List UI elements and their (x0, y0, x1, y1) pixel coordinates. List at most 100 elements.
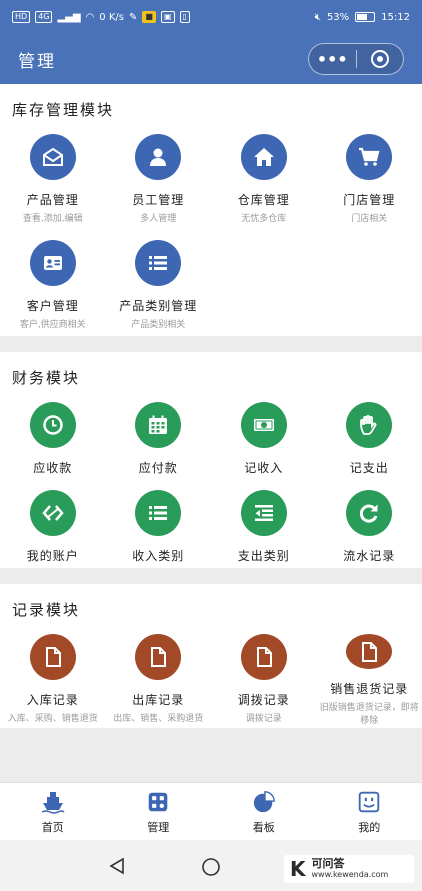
module-desc: 出库、销售、采购退货 (113, 714, 204, 724)
module-label: 调拨记录 (237, 693, 290, 707)
module-item-income-category[interactable]: 收入类别 (106, 480, 212, 568)
module-item-store[interactable]: 门店管理 门店相关 (317, 124, 422, 230)
module-item-product[interactable]: 产品管理 查看,添加,编辑 (0, 124, 106, 230)
tab-label: 看板 (252, 820, 275, 834)
module-label: 流水记录 (343, 549, 396, 563)
module-desc: 入库、采购、销售退货 (7, 714, 98, 724)
module-item-my-account[interactable]: 我的账户 (0, 480, 106, 568)
module-item-transaction-log[interactable]: 流水记录 (317, 480, 422, 568)
refresh-icon (346, 490, 393, 536)
home-button[interactable] (201, 857, 221, 881)
banknote-icon (240, 402, 287, 448)
hd-chip: HD (12, 11, 31, 23)
signal-icon: ▂▄▆ (57, 11, 81, 23)
module-item-expense-category[interactable]: 支出类别 (211, 480, 317, 568)
notification-icon: ✎ (128, 11, 138, 23)
module-desc: 门店相关 (351, 214, 388, 224)
miniprogram-capsule: ••• (308, 43, 404, 75)
tab-dashboard[interactable]: 看板 (211, 783, 317, 840)
list-icon (135, 490, 182, 536)
section-finance: 财务模块 应收款 应付款 记收入 记支出 我的账户 收入类别 支出类别 流水记录 (0, 352, 422, 568)
module-item-payable[interactable]: 应付款 (106, 392, 212, 480)
module-desc: 调拨记录 (245, 714, 282, 724)
section-title: 库存管理模块 (12, 101, 115, 119)
speed-text: 0 K/s (99, 11, 124, 23)
module-item-sales-return-record[interactable]: 销售退货记录 旧版销售退货记录，即将移除 (317, 624, 422, 728)
module-desc: 旧版销售退货记录，即将移除 (319, 703, 419, 726)
main-content: 库存管理模块 产品管理 查看,添加,编辑 员工管理 多人管理 仓库管理 无忧多仓… (0, 84, 422, 782)
section-records: 记录模块 入库记录 入库、采购、销售退货 出库记录 出库、销售、采购退货 调拨记… (0, 584, 422, 728)
module-item-outbound-record[interactable]: 出库记录 出库、销售、采购退货 (106, 624, 212, 728)
module-item-transfer-record[interactable]: 调拨记录 调拨记录 (211, 624, 317, 728)
cart-icon (346, 134, 393, 180)
module-item-product-category[interactable]: 产品类别管理 产品类别相关 (106, 230, 212, 336)
module-item-expense[interactable]: 记支出 (317, 392, 422, 480)
tab-home[interactable]: 首页 (0, 783, 106, 840)
tab-mine[interactable]: 我的 (317, 783, 422, 840)
module-label: 收入类别 (132, 549, 185, 563)
watermark-url: www.kewenda.com (311, 870, 389, 879)
watermark-name: 可问答 (311, 857, 345, 870)
section-title: 财务模块 (12, 369, 81, 387)
watermark-logo: K (290, 857, 306, 881)
clipboard-icon: ▯ (179, 11, 190, 23)
pie-chart-icon (251, 789, 277, 815)
tab-label: 管理 (147, 820, 170, 834)
more-icon: ••• (316, 49, 348, 69)
transfer-icon (29, 490, 76, 536)
face-icon (356, 789, 382, 815)
module-label: 应付款 (138, 461, 178, 475)
module-label: 员工管理 (132, 193, 185, 207)
module-item-inbound-record[interactable]: 入库记录 入库、采购、销售退货 (0, 624, 106, 728)
calendar-icon (135, 402, 182, 448)
module-label: 记支出 (349, 461, 389, 475)
module-label: 记收入 (244, 461, 284, 475)
module-label: 应收款 (33, 461, 73, 475)
module-desc: 查看,添加,编辑 (22, 214, 83, 224)
target-icon (370, 50, 389, 68)
back-button[interactable] (108, 857, 126, 879)
module-item-customer[interactable]: 客户管理 客户,供应商相关 (0, 230, 106, 336)
apps-icon (145, 789, 171, 815)
module-label: 客户管理 (26, 299, 79, 313)
module-label: 支出类别 (237, 549, 290, 563)
home-icon (240, 134, 287, 180)
document-icon (29, 634, 76, 680)
page-title: 管理 (18, 51, 56, 72)
ship-icon (40, 789, 66, 815)
clock-time: 15:12 (381, 11, 410, 23)
module-desc: 产品类别相关 (131, 320, 186, 330)
module-desc: 多人管理 (140, 214, 177, 224)
module-label: 产品管理 (26, 193, 79, 207)
bottom-tab-bar: 首页 管理 看板 我的 (0, 782, 422, 840)
envelope-icon (29, 134, 76, 180)
app-notification-icon: ■ (142, 11, 156, 23)
module-item-warehouse[interactable]: 仓库管理 无忧多仓库 (211, 124, 317, 230)
status-bar: HD 4G ▂▄▆ ◠ 0 K/s ✎ ■ ▣ ▯ 🔇︎ 53% 15:12 (0, 0, 422, 34)
tab-manage[interactable]: 管理 (106, 783, 212, 840)
module-grid: 入库记录 入库、采购、销售退货 出库记录 出库、销售、采购退货 调拨记录 调拨记… (0, 624, 422, 728)
more-button[interactable]: ••• (309, 44, 356, 74)
module-item-receivable[interactable]: 应收款 (0, 392, 106, 480)
module-item-income[interactable]: 记收入 (211, 392, 317, 480)
mute-icon: 🔇︎ (314, 11, 321, 23)
close-miniprogram-button[interactable] (357, 44, 404, 74)
outdent-list-icon (240, 490, 287, 536)
person-icon (135, 134, 182, 180)
message-icon: ▣ (160, 11, 175, 23)
home-circle-icon (202, 858, 220, 876)
watermark: K 可问答 www.kewenda.com (284, 855, 414, 883)
module-label: 出库记录 (132, 693, 185, 707)
network-chip: 4G (35, 11, 53, 23)
battery-icon (355, 12, 376, 22)
battery-percent: 53% (326, 11, 350, 23)
contact-card-icon (29, 240, 76, 286)
module-item-staff[interactable]: 员工管理 多人管理 (106, 124, 212, 230)
module-desc: 客户,供应商相关 (19, 320, 86, 330)
document-icon (135, 634, 182, 680)
system-nav-bar: K 可问答 www.kewenda.com (0, 840, 422, 891)
document-icon (346, 634, 393, 669)
section-title: 记录模块 (12, 601, 81, 619)
tab-label: 首页 (41, 820, 64, 834)
hand-icon (346, 402, 393, 448)
